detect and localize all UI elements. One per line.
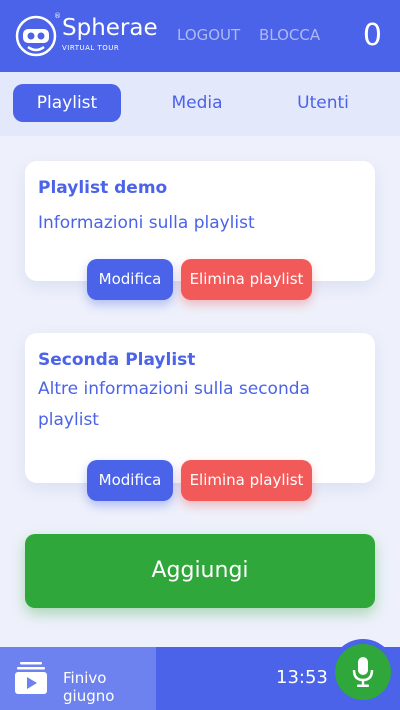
add-playlist-button[interactable]: Aggiungi [25,534,375,608]
clock-time: 13:53 [276,667,328,688]
tab-playlist[interactable]: Playlist [13,84,121,122]
now-playing-panel[interactable]: Finivo giugno [0,647,156,710]
playlist-title: Playlist demo [38,178,168,198]
logout-button[interactable]: LOGOUT [177,26,240,44]
brand-tagline: VIRTUAL TOUR [62,44,120,52]
microphone-icon [352,657,374,687]
delete-playlist-button[interactable]: Elimina playlist [181,259,312,300]
brand-name: Spherae [62,15,158,41]
counter-value: 0 [362,18,382,53]
playlist-description: Altre informazioni sulla seconda playlis… [38,379,310,430]
microphone-button[interactable] [335,644,391,700]
now-playing-label: Finivo giugno [63,669,115,705]
playlist-description: Informazioni sulla playlist [38,213,255,233]
edit-playlist-button[interactable]: Modifica [87,460,173,501]
playlist-card: Playlist demo Informazioni sulla playlis… [25,161,375,300]
vr-headset-logo-icon [15,15,57,57]
playlist-card: Seconda Playlist Altre informazioni sull… [25,333,375,501]
delete-playlist-button[interactable]: Elimina playlist [181,460,312,501]
edit-playlist-button[interactable]: Modifica [87,259,173,300]
lock-button[interactable]: BLOCCA [259,26,320,44]
playlist-title: Seconda Playlist [38,350,196,370]
media-playlist-icon [15,662,47,694]
tab-utenti[interactable]: Utenti [269,84,377,122]
tab-bar: Playlist Media Utenti [0,72,400,136]
app-header: ® Spherae VIRTUAL TOUR LOGOUT BLOCCA 0 [0,0,400,72]
tab-media[interactable]: Media [143,84,251,122]
registered-mark: ® [54,12,61,20]
